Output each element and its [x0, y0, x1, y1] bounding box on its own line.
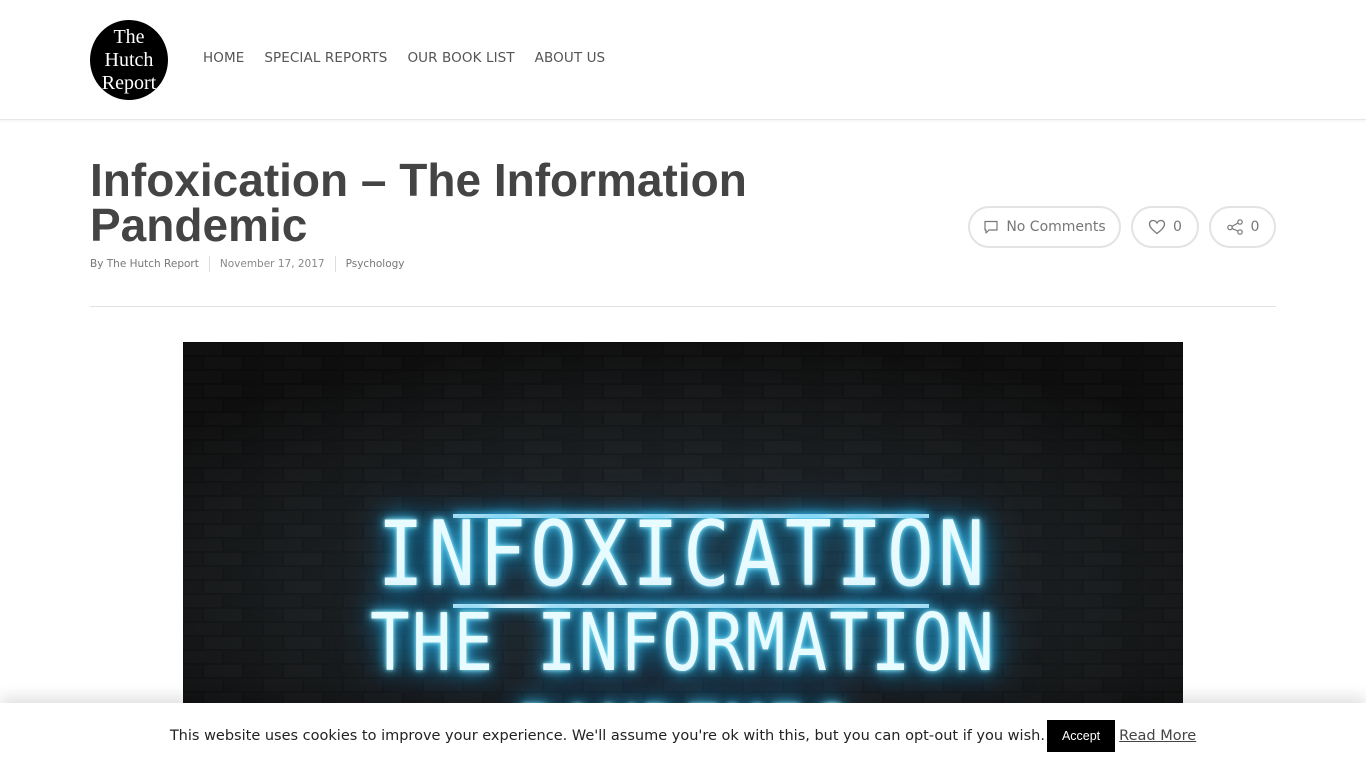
read-more-link[interactable]: Read More: [1119, 728, 1196, 744]
nav-item-special-reports[interactable]: SPECIAL REPORTS: [264, 50, 387, 66]
comments-label: No Comments: [1006, 219, 1106, 235]
nav-item-home[interactable]: HOME: [203, 50, 244, 66]
post-category[interactable]: Psychology: [346, 258, 405, 270]
share-count: 0: [1250, 219, 1260, 235]
comments-button[interactable]: No Comments: [968, 206, 1121, 248]
likes-count: 0: [1173, 219, 1182, 235]
comment-icon: [984, 220, 998, 234]
accept-cookies-button[interactable]: Accept: [1046, 719, 1116, 752]
post-title: Infoxication – The Information Pandemic: [90, 154, 747, 251]
featured-image: INFOXICATION THE INFORMATION PANDEMIC: [183, 342, 1183, 712]
site-logo[interactable]: The Hutch Report: [90, 20, 168, 100]
share-icon: [1226, 219, 1243, 235]
nav-item-our-book-list[interactable]: OUR BOOK LIST: [407, 50, 514, 66]
nav-item-about-us[interactable]: ABOUT US: [535, 50, 606, 66]
neon-subheadline: THE INFORMATION PANDEMIC: [369, 596, 997, 712]
title-divider: [90, 306, 1276, 307]
logo-line-2: Hutch: [104, 48, 154, 71]
like-button[interactable]: 0: [1131, 206, 1199, 248]
main-nav: HOME SPECIAL REPORTS OUR BOOK LIST ABOUT…: [203, 50, 625, 66]
meta-divider: [208, 256, 210, 272]
meta-divider: [334, 256, 336, 272]
site-header: The Hutch Report HOME SPECIAL REPORTS OU…: [0, 0, 1366, 120]
post-date: November 17, 2017: [219, 258, 325, 270]
logo-line-3: Report: [101, 71, 157, 94]
post-author[interactable]: By The Hutch Report: [90, 258, 199, 270]
heart-icon: [1148, 219, 1166, 235]
cookie-message: This website uses cookies to improve you…: [169, 727, 1045, 744]
neon-headline: INFOXICATION: [377, 503, 989, 607]
post-meta: By The Hutch Report November 17, 2017 Ps…: [90, 256, 415, 272]
logo-line-1: The: [113, 25, 145, 48]
share-button[interactable]: 0: [1209, 206, 1276, 248]
cookie-banner: This website uses cookies to improve you…: [0, 703, 1366, 768]
